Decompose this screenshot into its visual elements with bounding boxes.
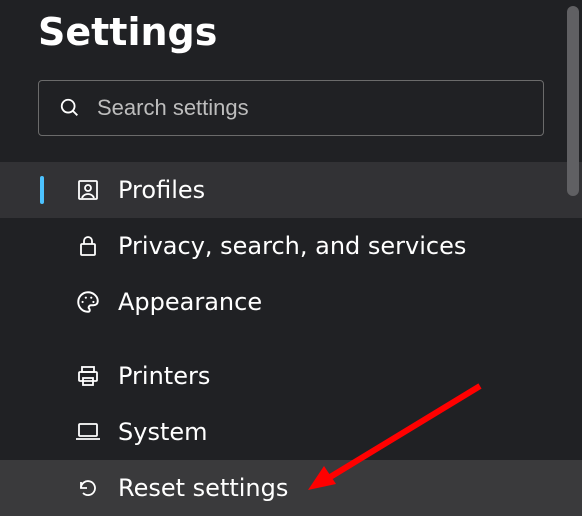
sidebar-item-label: Appearance: [118, 288, 262, 316]
sidebar-item-appearance[interactable]: Appearance: [0, 274, 582, 330]
sidebar-item-label: Privacy, search, and services: [118, 232, 466, 260]
search-container: [38, 80, 544, 136]
page-title: Settings: [0, 0, 582, 54]
laptop-icon: [58, 420, 118, 444]
profile-icon: [58, 178, 118, 202]
settings-nav: Profiles Privacy, search, and services A…: [0, 162, 582, 516]
sidebar-item-printers[interactable]: Printers: [0, 348, 582, 404]
reset-icon: [58, 476, 118, 500]
sidebar-item-privacy[interactable]: Privacy, search, and services: [0, 218, 582, 274]
search-icon: [57, 95, 83, 121]
search-input[interactable]: [97, 95, 525, 121]
palette-icon: [58, 289, 118, 315]
scrollbar-thumb[interactable]: [567, 6, 579, 196]
nav-spacer: [0, 330, 582, 348]
lock-icon: [58, 234, 118, 258]
sidebar-item-label: Profiles: [118, 176, 205, 204]
sidebar-item-label: Reset settings: [118, 474, 288, 502]
sidebar-item-label: System: [118, 418, 208, 446]
search-box[interactable]: [38, 80, 544, 136]
sidebar-item-system[interactable]: System: [0, 404, 582, 460]
sidebar-item-profiles[interactable]: Profiles: [0, 162, 582, 218]
scrollbar[interactable]: [567, 0, 579, 508]
printer-icon: [58, 364, 118, 388]
sidebar-item-label: Printers: [118, 362, 210, 390]
